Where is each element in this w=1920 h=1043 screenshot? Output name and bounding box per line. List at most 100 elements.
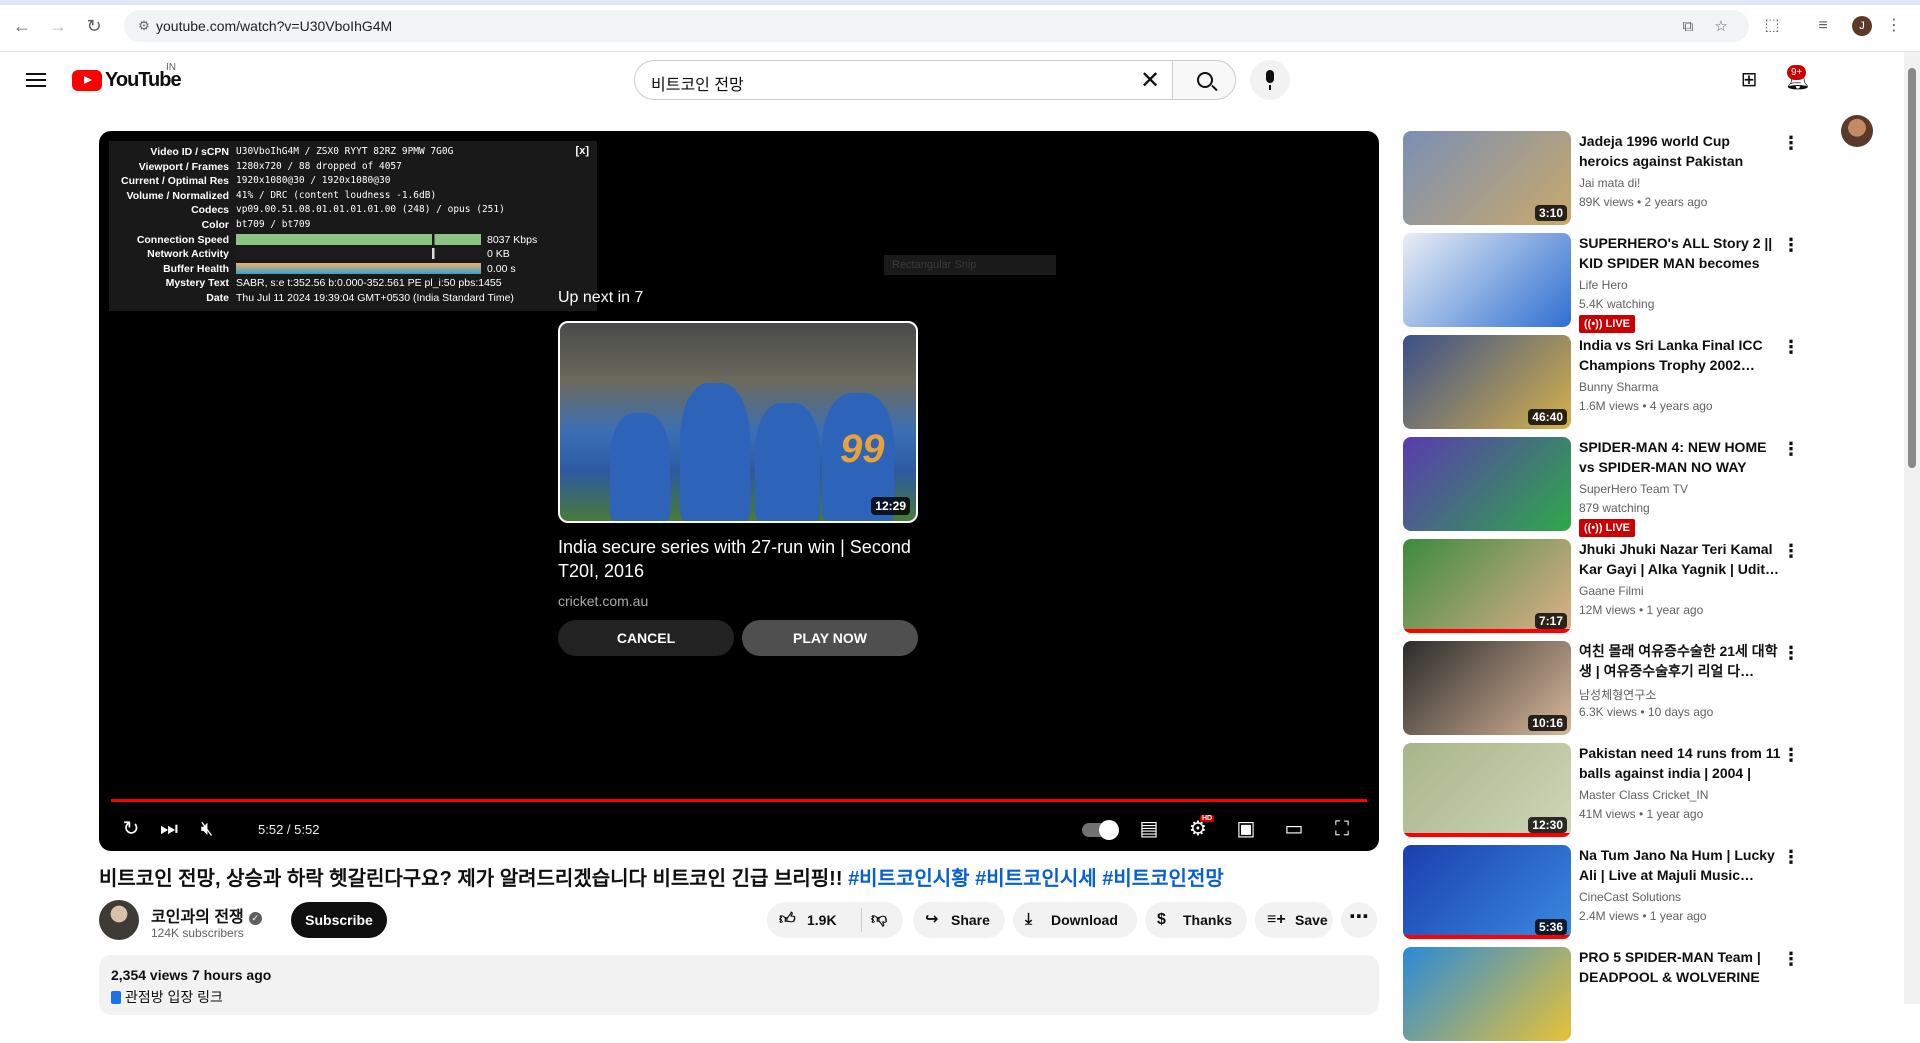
recommendation-thumbnail[interactable] (1403, 437, 1571, 531)
theater-mode-icon[interactable]: ▭ (1276, 811, 1312, 847)
recommendation-channel[interactable]: Jai mata di! (1579, 176, 1640, 190)
recommendation-thumbnail[interactable]: 7:17 (1403, 539, 1571, 633)
subscribe-button[interactable]: Subscribe (291, 902, 387, 938)
recommendation-channel[interactable]: CineCast Solutions (1579, 890, 1681, 904)
cancel-autoplay-button[interactable]: CANCEL (558, 620, 734, 656)
video-player[interactable]: [x] Video ID / sCPN U30VboIhG4M / ZSX0 RYY… (99, 131, 1379, 851)
scrollbar-thumb[interactable] (1908, 68, 1916, 468)
recommendation-item[interactable]: 10:16 여친 몰래 여유증수술한 21세 대학생 | 여유증수술후기 리얼 다… (1403, 641, 1803, 737)
replay-icon[interactable]: ↻ (113, 811, 149, 847)
up-next-title[interactable]: India secure series with 27-run win | Se… (558, 535, 918, 583)
youtube-logo[interactable]: YouTube IN (72, 62, 182, 92)
browser-menu-icon[interactable]: ⋮ (1882, 14, 1906, 38)
search-button[interactable] (1172, 60, 1236, 100)
recommendation-title[interactable]: PRO 5 SPIDER-MAN Team | DEADPOOL & WOLVE… (1579, 947, 1781, 987)
more-actions-icon[interactable]: ⋯ (1341, 902, 1377, 938)
recommendation-title[interactable]: Pakistan need 14 runs from 11 balls agai… (1579, 743, 1781, 783)
subtitles-icon[interactable]: ▤ (1131, 811, 1167, 847)
like-icon[interactable]: 👍︎ (779, 902, 796, 938)
stats-value: vp09.00.51.08.01.01.01.01.00 (248) / opu… (236, 204, 505, 216)
recommendation-item[interactable]: 3:10 Jadeja 1996 world Cup heroics agains… (1403, 131, 1803, 227)
play-now-button[interactable]: PLAY NOW (742, 620, 918, 656)
channel-name[interactable]: 코인과의 전쟁 (151, 909, 244, 926)
more-options-icon[interactable]: ⋮ (1779, 641, 1803, 665)
recommendation-item[interactable]: 46:40 India vs Sri Lanka Final ICC Champi… (1403, 335, 1803, 431)
recommendation-item[interactable]: SUPERHERO's ALL Story 2 || KID SPIDER MA… (1403, 233, 1803, 333)
thanks-button[interactable]: $ Thanks (1145, 902, 1247, 938)
description-box[interactable]: 2,354 views 7 hours ago 관점방 입장 링크 (99, 955, 1379, 1015)
recommendation-channel[interactable]: SuperHero Team TV (1579, 482, 1688, 496)
recommendation-thumbnail[interactable] (1403, 947, 1571, 1041)
up-next-thumbnail[interactable]: 99 12:29 (558, 321, 918, 523)
recommendation-title[interactable]: 여친 몰래 여유증수술한 21세 대학생 | 여유증수술후기 리얼 다… (1579, 641, 1781, 681)
like-count[interactable]: 1.9K (807, 902, 837, 938)
fullscreen-icon[interactable]: ⛶ (1324, 811, 1360, 847)
site-info-icon[interactable]: ⚙ (136, 18, 152, 34)
recommendation-title[interactable]: Jadeja 1996 world Cup heroics against Pa… (1579, 131, 1781, 171)
recommendation-channel[interactable]: Bunny Sharma (1579, 380, 1658, 394)
url-text[interactable]: youtube.com/watch?v=U30VboIhG4M (156, 18, 392, 34)
bookmark-star-icon[interactable]: ☆ (1710, 16, 1732, 38)
install-app-icon[interactable]: ⧉ (1677, 16, 1699, 38)
autoplay-toggle[interactable] (1082, 820, 1119, 840)
video-hashtags[interactable]: #비트코인시황 #비트코인시세 #비트코인전망 (848, 868, 1224, 890)
recommendation-title[interactable]: Na Tum Jano Na Hum | Lucky Ali | Live at… (1579, 845, 1781, 885)
recommendation-thumbnail[interactable]: 5:36 (1403, 845, 1571, 939)
recommendation-item[interactable]: 5:36 Na Tum Jano Na Hum | Lucky Ali | Liv… (1403, 845, 1803, 941)
more-options-icon[interactable]: ⋮ (1779, 233, 1803, 257)
miniplayer-icon[interactable]: ▣ (1228, 811, 1264, 847)
recommendation-item[interactable]: 7:17 Jhuki Jhuki Nazar Teri Kamal Kar Gay… (1403, 539, 1803, 635)
clear-search-icon[interactable]: ✕ (1136, 67, 1164, 95)
voice-search-button[interactable] (1250, 60, 1290, 100)
recommendation-channel[interactable]: Gaane Filmi (1579, 584, 1644, 598)
save-button[interactable]: ≡+ Save (1255, 902, 1333, 938)
extensions-icon[interactable]: ⬚ (1760, 14, 1784, 38)
next-video-icon[interactable]: ⏭ (151, 811, 187, 847)
stats-row: Codecs vp09.00.51.08.01.01.01.01.00 (248)… (109, 203, 597, 217)
search-query[interactable]: 비트코인 전망 (651, 71, 744, 95)
page-scrollbar[interactable] (1904, 52, 1920, 1004)
recommendation-channel[interactable]: Life Hero (1579, 278, 1628, 292)
recommendation-title[interactable]: SPIDER-MAN 4: NEW HOME vs SPIDER-MAN NO … (1579, 437, 1781, 477)
search-input[interactable]: 비트코인 전망 ✕ (634, 60, 1172, 100)
video-duration: 46:40 (1528, 409, 1567, 425)
recommendation-title[interactable]: Jhuki Jhuki Nazar Teri Kamal Kar Gayi | … (1579, 539, 1781, 579)
recommendation-title[interactable]: SUPERHERO's ALL Story 2 || KID SPIDER MA… (1579, 233, 1781, 273)
more-options-icon[interactable]: ⋮ (1779, 947, 1803, 971)
more-options-icon[interactable]: ⋮ (1779, 743, 1803, 767)
download-button[interactable]: ⤓ Download (1013, 902, 1137, 938)
recommendation-item[interactable]: SPIDER-MAN 4: NEW HOME vs SPIDER-MAN NO … (1403, 437, 1803, 537)
progress-bar[interactable] (111, 799, 1367, 802)
stats-value: 0.00 s (487, 262, 516, 275)
more-options-icon[interactable]: ⋮ (1779, 131, 1803, 155)
recommendation-item[interactable]: PRO 5 SPIDER-MAN Team | DEADPOOL & WOLVE… (1403, 947, 1803, 1043)
recommendation-thumbnail[interactable]: 12:30 (1403, 743, 1571, 837)
recommendation-channel[interactable]: Master Class Cricket_IN (1579, 788, 1708, 802)
forward-icon[interactable]: → (46, 14, 70, 38)
recommendation-thumbnail[interactable]: 3:10 (1403, 131, 1571, 225)
recommendation-thumbnail[interactable] (1403, 233, 1571, 327)
channel-name-row[interactable]: 코인과의 전쟁 ✓ (151, 903, 262, 927)
muted-volume-icon[interactable]: 🔇︎ (189, 811, 225, 847)
more-options-icon[interactable]: ⋮ (1779, 335, 1803, 359)
stats-key: Viewport / Frames (138, 160, 229, 173)
recommendation-thumbnail[interactable]: 10:16 (1403, 641, 1571, 735)
more-options-icon[interactable]: ⋮ (1779, 539, 1803, 563)
more-options-icon[interactable]: ⋮ (1779, 845, 1803, 869)
reading-list-icon[interactable]: ≡ (1811, 14, 1835, 38)
browser-profile-avatar[interactable]: J (1852, 16, 1872, 36)
account-avatar[interactable] (1841, 115, 1873, 147)
share-button[interactable]: ↪ Share (913, 902, 1005, 938)
address-bar[interactable]: ⚙ youtube.com/watch?v=U30VboIhG4M ⧉ ☆ (124, 10, 1749, 42)
guide-menu-icon[interactable] (24, 68, 48, 92)
recommendation-item[interactable]: 12:30 Pakistan need 14 runs from 11 balls… (1403, 743, 1803, 839)
channel-avatar[interactable] (99, 900, 139, 940)
recommendation-thumbnail[interactable]: 46:40 (1403, 335, 1571, 429)
more-options-icon[interactable]: ⋮ (1779, 437, 1803, 461)
create-video-icon[interactable]: ⊞ (1733, 64, 1765, 96)
back-icon[interactable]: ← (10, 14, 34, 38)
dislike-icon[interactable]: 👎︎ (871, 902, 887, 938)
recommendation-channel[interactable]: 남성체형연구소 (1579, 686, 1656, 703)
reload-icon[interactable]: ↻ (82, 14, 106, 38)
recommendation-title[interactable]: India vs Sri Lanka Final ICC Champions T… (1579, 335, 1781, 375)
